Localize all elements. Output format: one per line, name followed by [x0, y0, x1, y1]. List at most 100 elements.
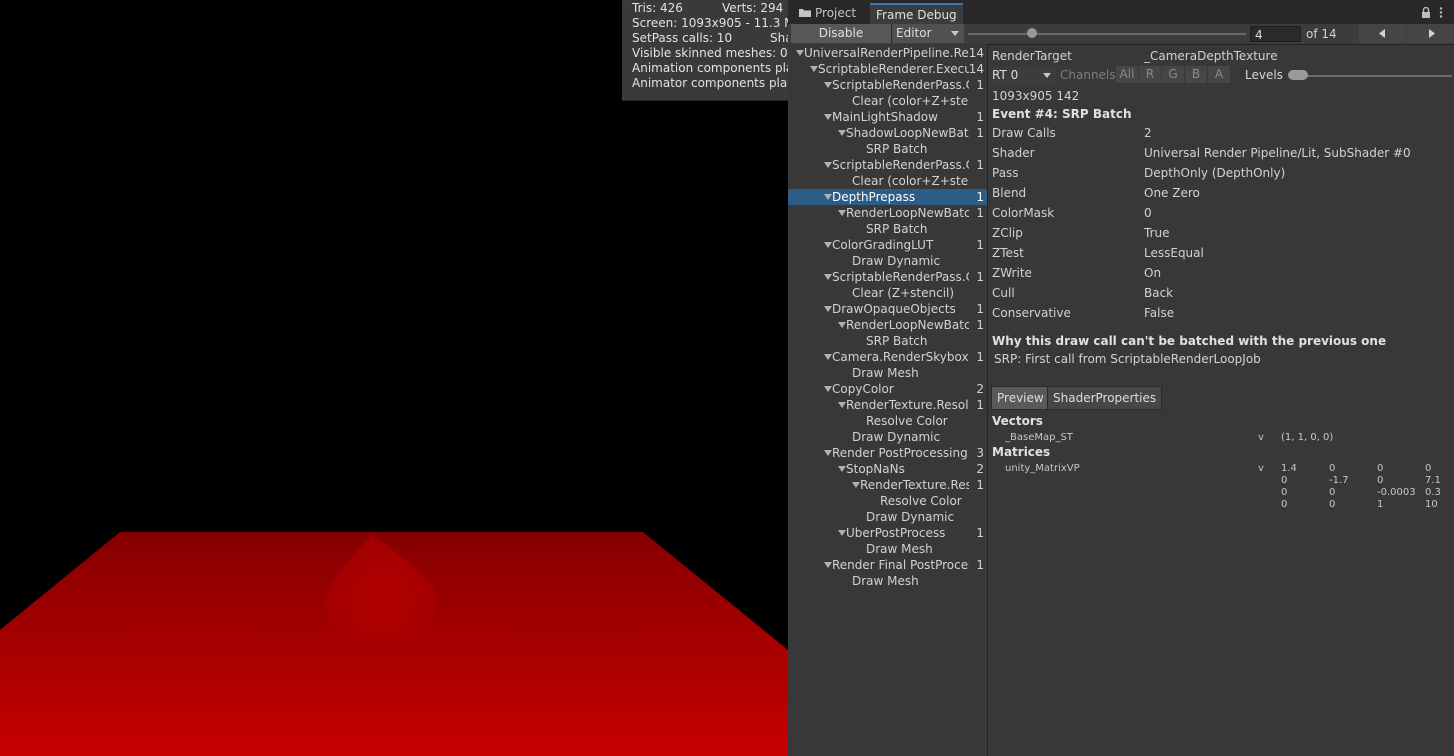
channel-g-button[interactable]: G	[1162, 66, 1184, 83]
vector-name: _BaseMap_ST	[1005, 432, 1073, 443]
tree-row[interactable]: ColorGradingLUT 1	[788, 237, 987, 253]
triangle-down-icon[interactable]	[824, 450, 832, 456]
tree-row[interactable]: StopNaNs 2	[788, 461, 987, 477]
tree-row[interactable]: ScriptableRenderPass.Co 1	[788, 269, 987, 285]
channel-b-button[interactable]: B	[1185, 66, 1207, 83]
triangle-down-icon[interactable]	[824, 82, 832, 88]
tree-row[interactable]: RenderLoopNewBatch 1	[788, 317, 987, 333]
tree-row[interactable]: DrawOpaqueObjects 1	[788, 301, 987, 317]
tree-row[interactable]: Resolve Color	[788, 493, 987, 509]
tree-row-count: 1	[976, 270, 984, 284]
game-view	[0, 0, 788, 756]
folder-icon	[799, 9, 811, 17]
tree-row[interactable]: ShadowLoopNewBatcl 1	[788, 125, 987, 141]
triangle-down-icon[interactable]	[838, 466, 846, 472]
triangle-down-icon[interactable]	[824, 242, 832, 248]
next-icon	[1429, 29, 1435, 38]
tab-preview[interactable]: Preview	[991, 386, 1050, 410]
tree-row[interactable]: Resolve Color	[788, 413, 987, 429]
tree-row[interactable]: Draw Dynamic	[788, 253, 987, 269]
tree-row[interactable]: Draw Mesh	[788, 365, 987, 381]
tree-row[interactable]: CopyColor 2	[788, 381, 987, 397]
matrix-name: unity_MatrixVP	[1005, 463, 1080, 474]
triangle-down-icon[interactable]	[838, 130, 846, 136]
tree-row[interactable]: Clear (color+Z+stencil)	[788, 93, 987, 109]
next-event-button[interactable]	[1407, 24, 1454, 43]
tree-row-label: Render Final PostProcess	[832, 558, 969, 572]
triangle-down-icon[interactable]	[824, 386, 832, 392]
tree-row-count: 1	[976, 318, 984, 332]
tree-row[interactable]: SRP Batch	[788, 333, 987, 349]
tree-row[interactable]: ScriptableRenderPass.Co 1	[788, 157, 987, 173]
triangle-down-icon[interactable]	[824, 194, 832, 200]
tree-row-label: RenderLoopNewBatch	[846, 318, 969, 332]
tree-row[interactable]: Draw Mesh	[788, 573, 987, 589]
tree-row[interactable]: RenderTexture.Resolve 1	[788, 397, 987, 413]
rt-dropdown[interactable]: RT 0	[988, 66, 1056, 85]
disable-button[interactable]: Disable	[791, 24, 892, 43]
tree-row[interactable]: Render Final PostProcess 1	[788, 557, 987, 573]
property-key: Cull	[992, 286, 1015, 300]
lock-icon[interactable]	[1421, 7, 1431, 18]
tree-row[interactable]: RenderLoopNewBatch 1	[788, 205, 987, 221]
tree-row-count: 1	[976, 350, 984, 364]
mode-dropdown[interactable]: Editor	[892, 24, 964, 43]
matrix-cell: 0	[1425, 463, 1432, 474]
matrix-cell: 0	[1329, 499, 1336, 510]
matrix-cell: 1	[1377, 499, 1384, 510]
tab-project[interactable]: Project	[792, 3, 862, 24]
triangle-down-icon[interactable]	[824, 162, 832, 168]
triangle-down-icon[interactable]	[838, 402, 846, 408]
triangle-down-icon[interactable]	[824, 114, 832, 120]
tree-row-label: SRP Batch	[866, 334, 928, 348]
channels-label: Channels	[1060, 68, 1116, 82]
tree-row-label: ShadowLoopNewBatcl	[846, 126, 969, 140]
tab-frame-debug[interactable]: Frame Debug	[870, 3, 963, 26]
tree-row-label: RenderTexture.Resolve	[846, 398, 969, 412]
tree-row[interactable]: Draw Dynamic	[788, 509, 987, 525]
triangle-down-icon[interactable]	[838, 322, 846, 328]
levels-slider-handle[interactable]	[1288, 70, 1308, 80]
triangle-down-icon[interactable]	[824, 274, 832, 280]
event-slider-track[interactable]	[968, 33, 1246, 35]
tree-row[interactable]: UniversalRenderPipeline.Ren 14	[788, 45, 987, 61]
tree-row[interactable]: ScriptableRenderer.Execut 14	[788, 61, 987, 77]
levels-slider[interactable]	[1290, 75, 1452, 77]
event-index-field[interactable]: 4	[1250, 26, 1301, 42]
tree-row[interactable]: Clear (Z+stencil)	[788, 285, 987, 301]
stats-overlay: Tris: 426 Verts: 294 Screen: 1093x905 - …	[622, 0, 788, 101]
triangle-down-icon[interactable]	[810, 66, 818, 72]
triangle-down-icon[interactable]	[824, 354, 832, 360]
tree-row[interactable]: MainLightShadow 1	[788, 109, 987, 125]
tree-row[interactable]: ScriptableRenderPass.Co 1	[788, 77, 987, 93]
tree-row[interactable]: Clear (color+Z+stencil)	[788, 173, 987, 189]
prev-event-button[interactable]	[1359, 24, 1406, 43]
tree-row[interactable]: SRP Batch	[788, 141, 987, 157]
vector-stage: v	[1258, 432, 1264, 443]
tree-row[interactable]: SRP Batch	[788, 221, 987, 237]
triangle-down-icon[interactable]	[824, 306, 832, 312]
tree-row[interactable]: UberPostProcess 1	[788, 525, 987, 541]
property-value: LessEqual	[1144, 246, 1204, 260]
menu-icon[interactable]	[1439, 7, 1443, 18]
triangle-down-icon[interactable]	[852, 482, 860, 488]
triangle-down-icon[interactable]	[824, 562, 832, 568]
tree-row[interactable]: Draw Mesh	[788, 541, 987, 557]
tree-row-label: Clear (Z+stencil)	[852, 286, 955, 300]
tree-row-count: 3	[976, 446, 984, 460]
stats-animator: Animator components playing: 0	[632, 76, 788, 90]
tree-row-label: RenderLoopNewBatch	[846, 206, 969, 220]
channel-r-button[interactable]: R	[1139, 66, 1161, 83]
triangle-down-icon[interactable]	[838, 210, 846, 216]
tree-row[interactable]: Render PostProcessing E 3	[788, 445, 987, 461]
tree-row[interactable]: Draw Dynamic	[788, 429, 987, 445]
triangle-down-icon[interactable]	[796, 50, 804, 56]
tree-row[interactable]: RenderTexture.Reso 1	[788, 477, 987, 493]
tree-row[interactable]: DepthPrepass 1	[788, 189, 987, 205]
event-slider-thumb[interactable]	[1027, 28, 1037, 38]
channel-all-button[interactable]: All	[1116, 66, 1138, 83]
channel-a-button[interactable]: A	[1208, 66, 1230, 83]
triangle-down-icon[interactable]	[838, 530, 846, 536]
tab-shader-properties[interactable]: ShaderProperties	[1047, 386, 1163, 410]
tree-row[interactable]: Camera.RenderSkybox 1	[788, 349, 987, 365]
